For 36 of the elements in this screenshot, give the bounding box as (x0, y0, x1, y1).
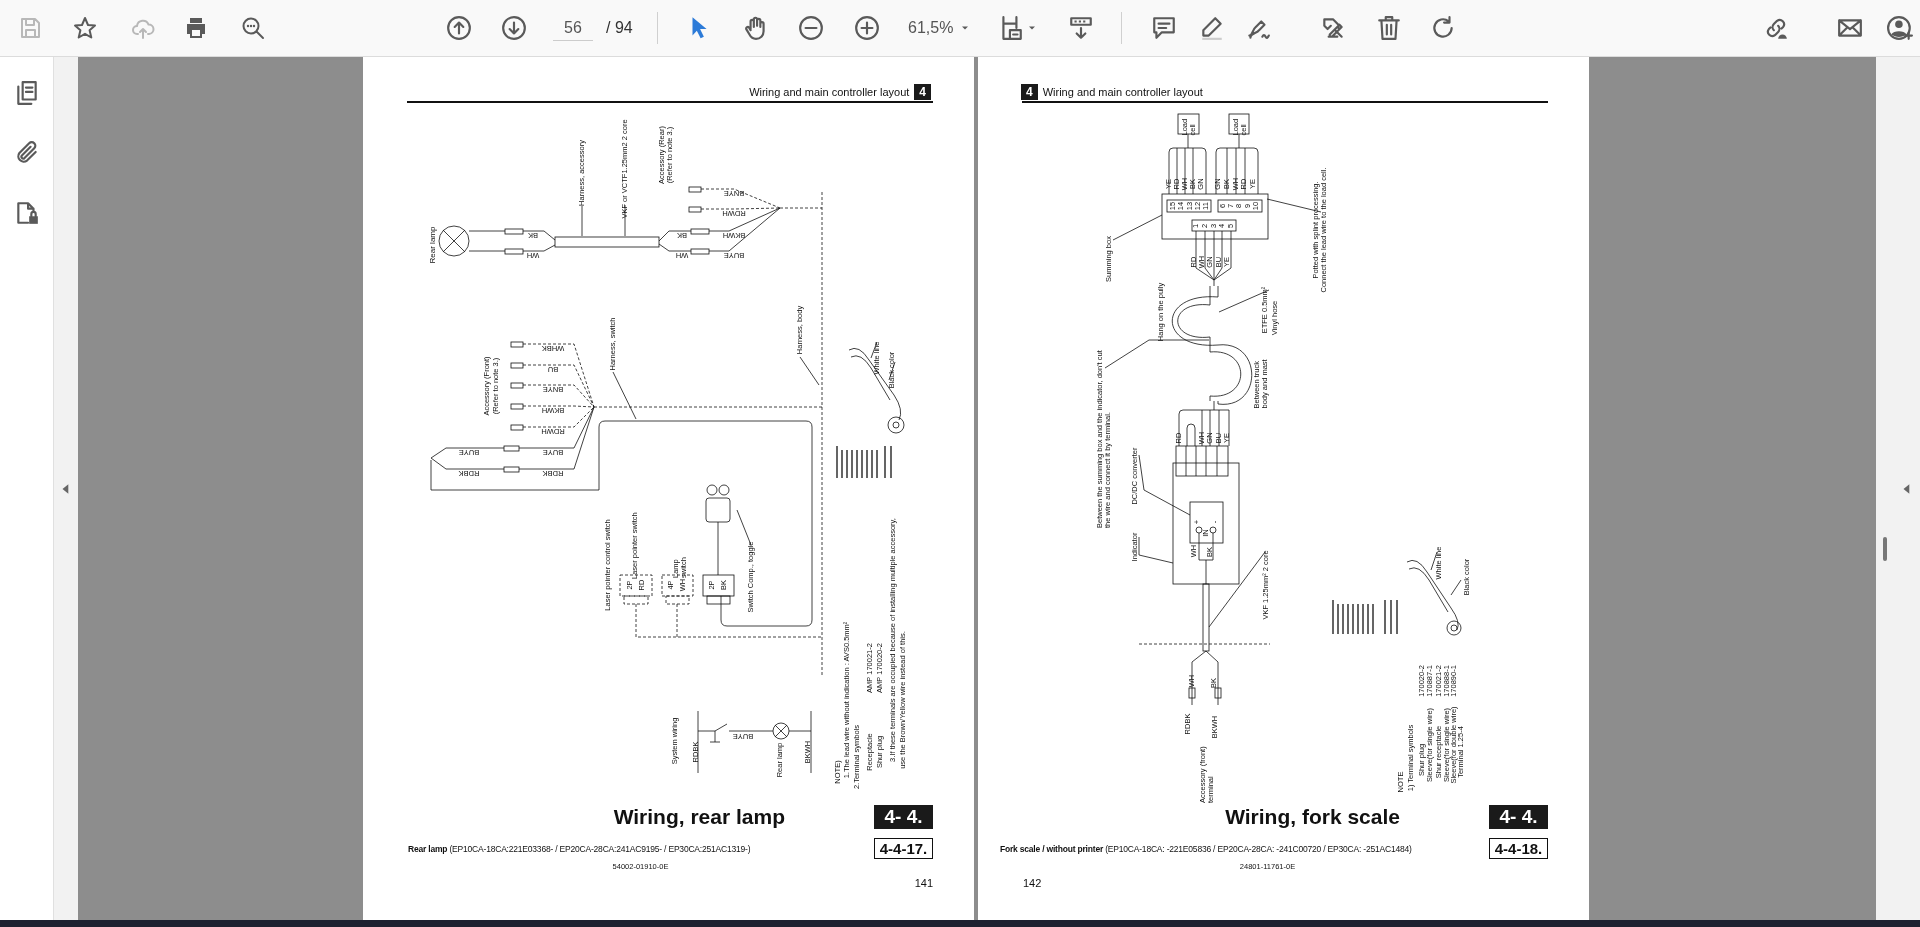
highlighter-icon[interactable] (1199, 15, 1225, 41)
keyboard-download-icon[interactable] (1068, 15, 1094, 41)
page-title: Wiring, fork scale (1225, 805, 1400, 829)
zoom-out-icon[interactable] (798, 15, 824, 41)
figure-number: 4-4-17. (874, 838, 933, 859)
page-title: Wiring, rear lamp (613, 805, 785, 829)
page-number: 142 (1023, 877, 1043, 889)
print-button[interactable] (184, 16, 208, 40)
star-button[interactable] (73, 16, 97, 40)
comment-icon[interactable] (1151, 15, 1177, 41)
chapter-number: 4 (1021, 84, 1038, 100)
print-icon (184, 16, 208, 40)
figure-caption: Fork scale / without printer (EP10CA-18CA: -221E05836 / EP20CA-28CA: -241C00720 / EP30CA: -251AC1484) (1000, 843, 1412, 854)
zoom-search-icon (241, 16, 265, 40)
zoom-search-button[interactable] (241, 16, 265, 40)
zoom-dropdown[interactable]: 61,5% (908, 19, 972, 37)
section-number: 4- 4. (874, 805, 933, 829)
reference-table-drawing (836, 445, 892, 479)
save-icon (18, 16, 42, 40)
page-number: 141 (913, 877, 933, 889)
star-icon (73, 16, 97, 40)
add-user-icon[interactable] (1887, 15, 1913, 41)
running-header: Wiring and main controller layout (1042, 86, 1203, 98)
section-number: 4- 4. (1489, 805, 1548, 829)
diagram-label: Rear lamp (429, 226, 437, 264)
rotate-icon[interactable] (1430, 15, 1456, 41)
figure-number: 4-4-18. (1489, 838, 1548, 859)
reference-table-drawing (1332, 599, 1398, 635)
figure-caption: Rear lamp (EP10CA-18CA:221E03368- / EP20CA-28CA:241AC9195- / EP30CA:251AC1319-) (408, 843, 751, 854)
running-header: Wiring and main controller layout (749, 86, 910, 98)
zoom-in-icon[interactable] (854, 15, 880, 41)
trash-icon[interactable] (1376, 15, 1402, 41)
chapter-number: 4 (914, 84, 931, 100)
scrollbar-thumb[interactable] (1883, 537, 1887, 561)
page-total: / 94 (606, 19, 633, 37)
rotate-document-icon[interactable] (1320, 15, 1346, 41)
